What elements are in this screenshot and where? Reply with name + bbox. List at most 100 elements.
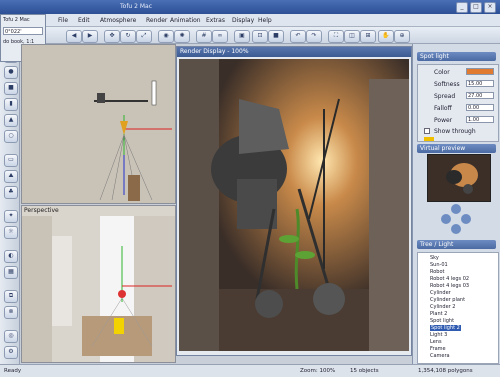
show-through-label: Show through [434, 128, 476, 135]
falloff-field[interactable]: 0.00 [466, 104, 494, 111]
value-field[interactable]: 0°022' [3, 27, 43, 35]
arrow-right-icon[interactable]: ▶ [82, 30, 98, 43]
rotate-icon[interactable]: ↻ [120, 30, 136, 43]
tree-item[interactable]: Robot 4 legs 02 [430, 276, 469, 282]
plant-icon[interactable]: ♣ [4, 186, 18, 199]
menu-atmosphere[interactable]: Atmosphere [100, 17, 136, 24]
spread-field[interactable]: 27.00 [466, 92, 494, 99]
preview-image [428, 155, 488, 199]
menu-render[interactable]: Render [146, 17, 167, 24]
menu-animation[interactable]: Animation [170, 17, 201, 24]
tree-item-selected[interactable]: Spot light 2 [430, 325, 461, 331]
minimize-button[interactable]: _ [456, 2, 468, 13]
torus-icon[interactable]: ○ [4, 130, 18, 143]
nav-left-icon[interactable] [441, 214, 451, 224]
perspective-viewport[interactable]: Perspective [21, 205, 176, 363]
group-icon[interactable]: ⧉ [4, 290, 18, 303]
boolean-icon[interactable]: ⊗ [4, 306, 18, 319]
window-title: Tofu 2 Mac [120, 3, 153, 10]
grid-icon[interactable]: # [196, 30, 212, 43]
power-field[interactable]: 1.00 [466, 116, 494, 123]
prop-label-spread: Spread [434, 93, 456, 100]
nav-right-icon[interactable] [461, 214, 471, 224]
plane-icon[interactable]: ▭ [4, 154, 18, 167]
nav-down-icon[interactable] [451, 224, 461, 234]
cube-icon[interactable]: ■ [4, 82, 18, 95]
move-icon[interactable]: ✥ [104, 30, 120, 43]
menu-bar: File Edit Atmosphere Render Animation Ex… [0, 14, 500, 27]
prop-label-power: Power [434, 117, 453, 124]
menu-help[interactable]: Help [258, 17, 272, 24]
point-light-icon[interactable]: ☼ [4, 226, 18, 239]
tree-item[interactable]: Robot 4 legs 03 [430, 283, 469, 289]
texture-icon[interactable]: ▦ [4, 266, 18, 279]
show-through-checkbox[interactable] [424, 128, 430, 134]
tree-item[interactable]: Robot [430, 269, 445, 275]
zoom-status: Zoom: 100% [300, 368, 336, 374]
left-toolstrip: ↖ ● ■ ▮ ▲ ○ ▭ ⛰ ♣ ✦ ☼ ◐ ▦ ⧉ ⊗ ◎ ⚙ [0, 44, 20, 364]
link-icon[interactable]: ∞ [212, 30, 228, 43]
toolbar: ◀ ▶ ✥ ↻ ⤢ ◉ ✺ # ∞ ▣ ⊡ ■ ↶ ↷ ⛶ ◫ ⊞ ✋ ⊕ [0, 27, 500, 44]
cylinder-icon[interactable]: ▮ [4, 98, 18, 111]
status-text: Ready [4, 368, 22, 374]
material-icon[interactable]: ◐ [4, 250, 18, 263]
terrain-icon[interactable]: ⛰ [4, 170, 18, 183]
render-window-title: Render Display - 100% [177, 47, 411, 57]
render-display-window[interactable]: Render Display - 100% [176, 46, 412, 356]
tree-item[interactable]: Cylinder 2 [430, 304, 455, 310]
light-color-indicator [424, 137, 434, 141]
prop-label-softness: Softness [434, 81, 460, 88]
tree-item[interactable]: Cylinder plant [430, 297, 465, 303]
light-icon[interactable]: ✺ [174, 30, 190, 43]
render-icon[interactable]: ▣ [234, 30, 250, 43]
stop-icon[interactable]: ■ [268, 30, 284, 43]
right-panel: Spot light Color Softness 15.00 Spread 2… [412, 44, 500, 364]
nav-up-icon[interactable] [451, 204, 461, 214]
object-tree[interactable]: Sky Sun-01 Robot Robot 4 legs 02 Robot 4… [417, 252, 499, 364]
title-bar: Tofu 2 Mac _ □ × [0, 0, 500, 14]
tree-item[interactable]: Sky [430, 255, 439, 261]
zoom-icon[interactable]: ⊕ [394, 30, 410, 43]
menu-file[interactable]: File [58, 17, 68, 24]
mini-title: Tofu 2 Mac [3, 17, 30, 23]
prop-label-falloff: Falloff [434, 105, 452, 112]
tree-item[interactable]: Plant 2 [430, 311, 447, 317]
menu-extras[interactable]: Extras [206, 17, 225, 24]
tree-item[interactable]: Cylinder [430, 290, 451, 296]
softness-field[interactable]: 15.00 [466, 80, 494, 87]
pan-icon[interactable]: ✋ [378, 30, 394, 43]
sphere-icon[interactable]: ● [4, 66, 18, 79]
maximize-button[interactable]: □ [470, 2, 482, 13]
tree-item[interactable]: Camera [430, 353, 450, 359]
rendered-image [179, 59, 409, 351]
properties-title: Spot light [417, 52, 496, 61]
undo-icon[interactable]: ↶ [290, 30, 306, 43]
tree-item[interactable]: Light 3 [430, 332, 447, 338]
fit-icon[interactable]: ⛶ [328, 30, 344, 43]
redo-icon[interactable]: ↷ [306, 30, 322, 43]
arrow-left-icon[interactable]: ◀ [66, 30, 82, 43]
camera-icon[interactable]: ◉ [158, 30, 174, 43]
tree-item[interactable]: Spot light [430, 318, 454, 324]
light-tool-icon[interactable]: ✦ [4, 210, 18, 223]
navigation-pad[interactable] [441, 204, 471, 234]
prop-label-color: Color [434, 69, 450, 76]
scale-icon[interactable]: ⤢ [136, 30, 152, 43]
tree-item[interactable]: Frame [430, 346, 446, 352]
close-button[interactable]: × [484, 2, 496, 13]
polygons-status: 1,354,108 polygons [418, 368, 473, 374]
split-view-icon[interactable]: ◫ [344, 30, 360, 43]
quad-view-icon[interactable]: ⊞ [360, 30, 376, 43]
color-swatch[interactable] [466, 68, 494, 75]
tree-item[interactable]: Lens [430, 339, 442, 345]
settings-icon[interactable]: ⚙ [4, 346, 18, 359]
preview-thumbnail [427, 154, 491, 202]
menu-display[interactable]: Display [232, 17, 254, 24]
tree-item[interactable]: Sun-01 [430, 262, 448, 268]
preview-title: Virtual preview [417, 144, 496, 153]
render-area-icon[interactable]: ⊡ [252, 30, 268, 43]
camera-tool-icon[interactable]: ◎ [4, 330, 18, 343]
cone-icon[interactable]: ▲ [4, 114, 18, 127]
top-viewport[interactable] [21, 44, 176, 204]
menu-edit[interactable]: Edit [78, 17, 90, 24]
